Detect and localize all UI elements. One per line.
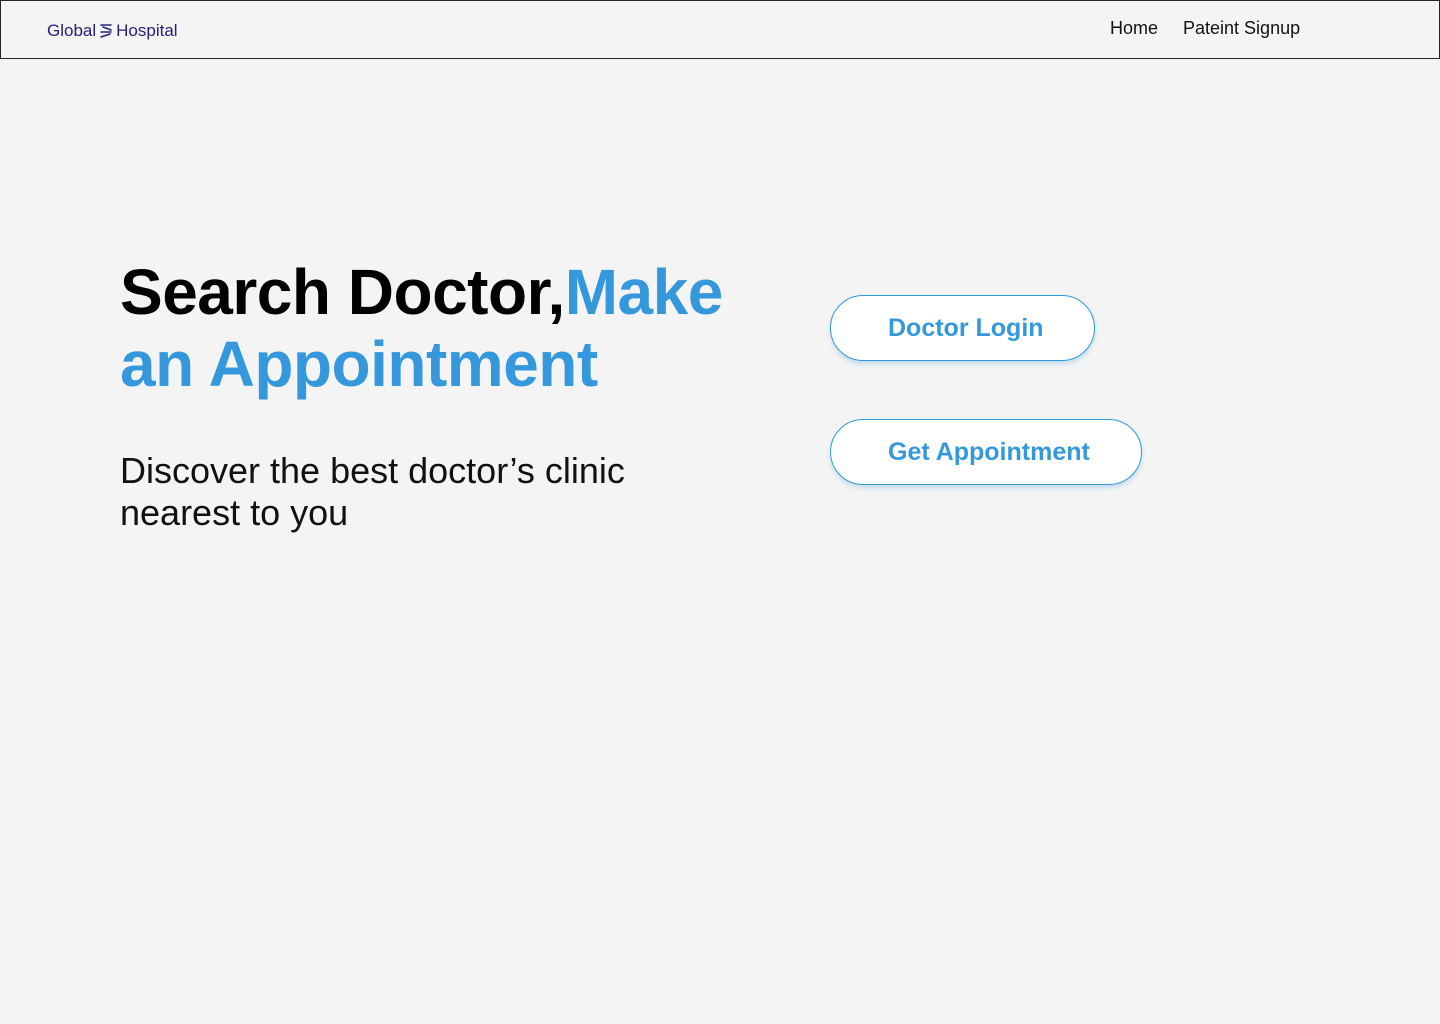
get-appointment-button[interactable]: Get Appointment: [830, 419, 1142, 485]
brand-name-left: Global: [47, 21, 97, 40]
nav-home-link[interactable]: Home: [1110, 17, 1158, 39]
brand-logo[interactable]: Global Hospital: [47, 20, 178, 42]
hero-title-main: Search Doctor,: [120, 256, 565, 328]
hero-title: Search Doctor,Make an Appointment: [120, 256, 760, 400]
brand-wave-icon: [100, 24, 112, 38]
doctor-login-button[interactable]: Doctor Login: [830, 295, 1095, 361]
nav-links: Home Pateint Signup: [1110, 17, 1300, 39]
hero-subtitle: Discover the best doctor’s clinic neares…: [120, 450, 625, 533]
nav-patient-signup-link[interactable]: Pateint Signup: [1183, 17, 1300, 39]
brand-name-right: Hospital: [116, 21, 178, 40]
top-navbar: Global Hospital Home Pateint Signup: [0, 0, 1440, 59]
